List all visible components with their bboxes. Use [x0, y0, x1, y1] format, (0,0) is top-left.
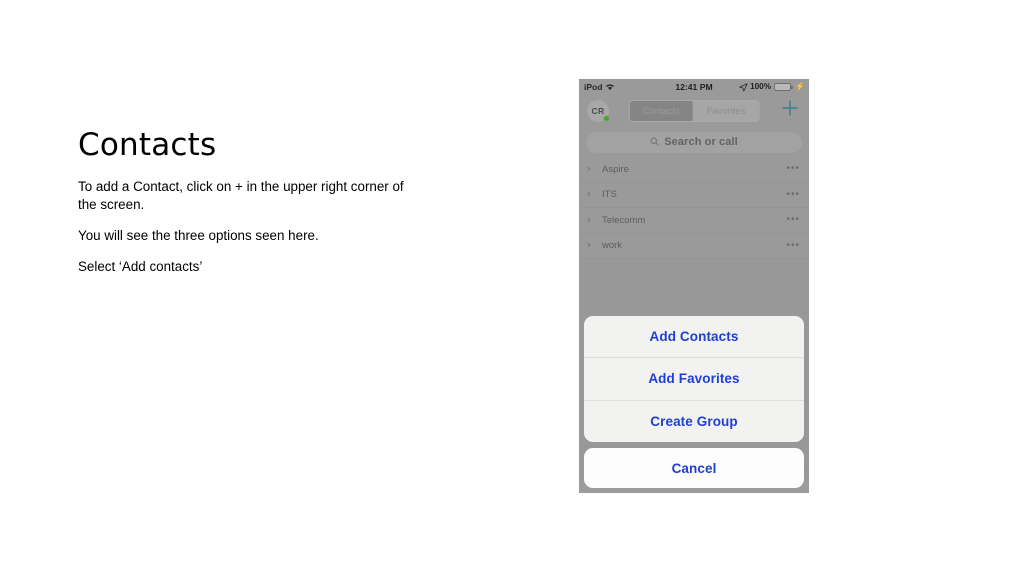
search-icon: [650, 133, 659, 151]
chevron-right-icon: ›: [587, 239, 591, 252]
table-row[interactable]: › Aspire •••: [579, 157, 809, 183]
instruction-paragraph-2: You will see the three options seen here…: [78, 228, 319, 244]
create-group-button[interactable]: Create Group: [584, 401, 804, 443]
phone-screenshot: iPod 12:41 PM 100% ⚡ CR Contacts Favorit…: [579, 79, 809, 493]
location-arrow-icon: [739, 82, 748, 92]
tab-favorites[interactable]: Favorites: [693, 100, 759, 121]
chevron-right-icon: ›: [587, 162, 591, 175]
action-sheet: Add Contacts Add Favorites Create Group …: [584, 315, 804, 488]
search-bar-container: Search or call: [579, 127, 809, 157]
action-sheet-options: Add Contacts Add Favorites Create Group: [584, 315, 804, 443]
slide-text-block: Contacts To add a Contact, click on + in…: [78, 127, 408, 277]
more-options-icon[interactable]: •••: [786, 240, 800, 251]
status-bar-right: 100% ⚡: [739, 82, 805, 92]
search-placeholder: Search or call: [664, 136, 738, 148]
avatar[interactable]: CR: [587, 99, 610, 122]
instruction-paragraph-1: To add a Contact, click on + in the uppe…: [78, 178, 404, 212]
more-options-icon[interactable]: •••: [786, 215, 800, 225]
status-bar: iPod 12:41 PM 100% ⚡: [579, 79, 809, 94]
table-row[interactable]: › Telecomm •••: [579, 208, 809, 234]
chevron-right-icon: ›: [587, 213, 591, 226]
add-contacts-button[interactable]: Add Contacts: [584, 316, 804, 358]
group-name: Aspire: [602, 163, 629, 175]
group-name: ITS: [602, 189, 617, 201]
battery-percent-label: 100%: [750, 82, 772, 91]
battery-full-icon: [774, 82, 793, 91]
lightning-bolt-icon: ⚡: [795, 82, 805, 91]
more-options-icon[interactable]: •••: [786, 189, 800, 200]
page-title: Contacts: [78, 127, 217, 163]
group-name: Telecomm: [602, 214, 646, 226]
table-row[interactable]: › ITS •••: [579, 183, 809, 208]
group-name: work: [602, 240, 623, 252]
nav-bar: CR Contacts Favorites: [579, 94, 809, 127]
add-button[interactable]: [780, 99, 800, 122]
tab-contacts[interactable]: Contacts: [629, 100, 694, 121]
contact-group-list: › Aspire ••• › ITS ••• › Telecomm ••• › …: [579, 157, 809, 305]
plus-icon: [781, 99, 799, 122]
instruction-paragraph-3: Select ‘Add contacts’: [78, 259, 203, 275]
table-row[interactable]: › work •••: [579, 234, 809, 259]
chevron-right-icon: ›: [587, 188, 591, 201]
presence-status-dot: [603, 114, 610, 122]
add-favorites-button[interactable]: Add Favorites: [584, 358, 804, 401]
cancel-button[interactable]: Cancel: [584, 448, 804, 488]
list-empty-area: [579, 259, 809, 305]
segmented-control[interactable]: Contacts Favorites: [628, 99, 760, 122]
search-input[interactable]: Search or call: [586, 131, 802, 153]
more-options-icon[interactable]: •••: [786, 164, 800, 174]
